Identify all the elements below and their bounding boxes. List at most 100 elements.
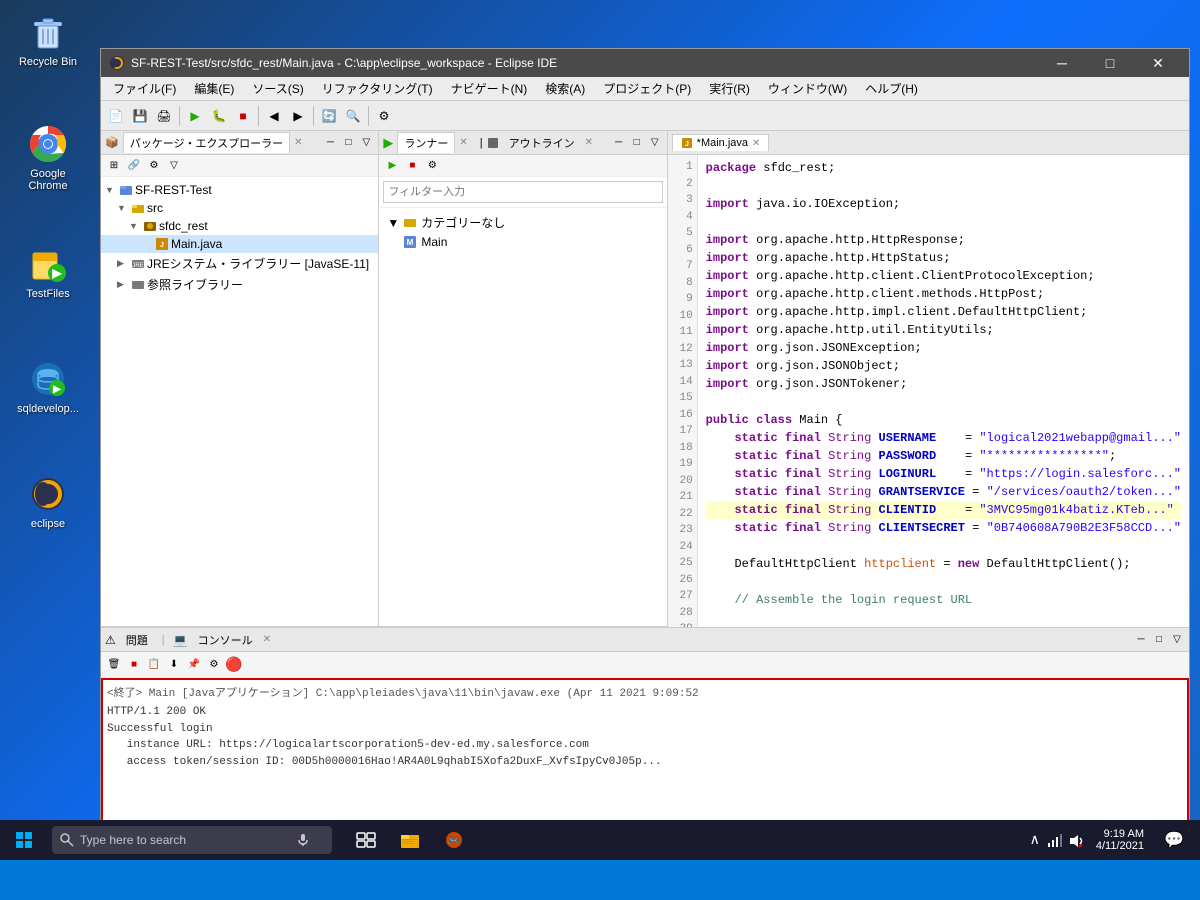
code-line-20: static final String CLIENTID = "3MVC95mg… xyxy=(706,501,1181,519)
tree-label-mainjava: Main.java xyxy=(171,237,222,251)
pkg-collapse[interactable]: ⊞ xyxy=(105,157,123,175)
clock-time: 9:19 AM xyxy=(1104,828,1144,840)
console-line-2: Successful login xyxy=(107,721,1183,738)
tree-item-sfdcrest[interactable]: ▼ sfdc_rest xyxy=(101,217,378,235)
problems-console: ⚠ 問題 | 💻 コンソール ✕ ─ □ ▽ 🗑 ■ xyxy=(101,628,1189,847)
menu-edit[interactable]: 編集(E) xyxy=(186,78,242,99)
runner-minimize[interactable]: ─ xyxy=(611,135,627,151)
console-settings[interactable]: ⚙ xyxy=(205,656,223,674)
toolbar-debug[interactable]: 🐛 xyxy=(208,105,230,127)
tree-label-jre: JREシステム・ライブラリー [JavaSE-11] xyxy=(147,255,369,272)
toolbar-stop[interactable]: ■ xyxy=(232,105,254,127)
chrome-label: Google Chrome xyxy=(12,168,84,192)
outline-category[interactable]: ▼ カテゴリーなし xyxy=(383,212,662,233)
menu-refactor[interactable]: リファクタリング(T) xyxy=(314,78,441,99)
menu-help[interactable]: ヘルプ(H) xyxy=(857,78,926,99)
editor-tab-mainjava[interactable]: J *Main.java ✕ xyxy=(672,134,770,151)
pkg-view-menu[interactable]: ▽ xyxy=(165,157,183,175)
runner-btn3[interactable]: ⚙ xyxy=(423,157,441,175)
code-line-19: static final String GRANTSERVICE = "/ser… xyxy=(706,483,1181,501)
tree-item-jre[interactable]: ▶ JRE JREシステム・ライブラリー [JavaSE-11] xyxy=(101,253,378,274)
testfiles-label: TestFiles xyxy=(26,288,69,300)
toolbar-refresh[interactable]: 🔄 xyxy=(318,105,340,127)
console-minimize[interactable]: ─ xyxy=(1133,632,1149,648)
console-pin[interactable]: 📌 xyxy=(185,656,203,674)
toolbar-sep4 xyxy=(368,106,369,126)
toolbar-back[interactable]: ◀ xyxy=(263,105,285,127)
tree-item-mainjava[interactable]: ▶ J Main.java xyxy=(101,235,378,253)
tray-volume[interactable] xyxy=(1068,831,1084,848)
runner-stop[interactable]: ■ xyxy=(403,157,421,175)
editor-tab-close[interactable]: ✕ xyxy=(752,138,760,149)
toolbar-run[interactable]: ▶ xyxy=(184,105,206,127)
code-line-5: import org.apache.http.HttpResponse; xyxy=(706,231,1181,249)
console-menu[interactable]: ▽ xyxy=(1169,632,1185,648)
taskbar-search-input[interactable] xyxy=(80,833,290,847)
runner-tab[interactable]: ランナー xyxy=(397,132,455,153)
menu-run[interactable]: 実行(R) xyxy=(701,78,758,99)
menu-search[interactable]: 検索(A) xyxy=(537,78,593,99)
desktop-icon-sqldevelop[interactable]: ▶ sqldevelop... xyxy=(8,355,88,419)
toolbar-sep1 xyxy=(179,106,180,126)
toolbar-search[interactable]: 🔍 xyxy=(342,105,364,127)
menu-navigate[interactable]: ナビゲート(N) xyxy=(443,78,536,99)
menu-project[interactable]: プロジェクト(P) xyxy=(595,78,699,99)
code-content[interactable]: package sfdc_rest; import java.io.IOExce… xyxy=(698,155,1189,627)
console-clear[interactable]: 🗑 xyxy=(105,656,123,674)
desktop-icon-chrome[interactable]: Google Chrome xyxy=(8,120,88,196)
desktop-icon-recycle-bin[interactable]: Recycle Bin xyxy=(8,8,88,72)
code-line-23: DefaultHttpClient httpclient = new Defau… xyxy=(706,555,1181,573)
console-maximize[interactable]: □ xyxy=(1151,632,1167,648)
svg-text:J: J xyxy=(685,141,689,148)
minimize-button[interactable]: ─ xyxy=(1039,49,1085,77)
console-stop[interactable]: ■ xyxy=(125,656,143,674)
pkg-maximize[interactable]: □ xyxy=(340,135,356,151)
menu-source[interactable]: ソース(S) xyxy=(244,78,311,99)
runner-run[interactable]: ▶ xyxy=(383,157,401,175)
console-tab[interactable]: コンソール xyxy=(192,630,259,650)
java-file-icon: J xyxy=(155,237,169,251)
close-button[interactable]: ✕ xyxy=(1135,49,1181,77)
clock[interactable]: 9:19 AM 4/11/2021 xyxy=(1092,828,1148,852)
toolbar-settings[interactable]: ⚙ xyxy=(373,105,395,127)
filter-input[interactable] xyxy=(383,181,662,203)
category-folder-icon xyxy=(403,216,417,230)
pkg-tab[interactable]: パッケージ・エクスプローラー xyxy=(123,132,290,153)
toolbar-new[interactable]: 📄 xyxy=(105,105,127,127)
code-line-22 xyxy=(706,537,1181,555)
pkg-link[interactable]: 🔗 xyxy=(125,157,143,175)
tree-item-reflib[interactable]: ▶ 参照ライブラリー xyxy=(101,274,378,295)
toolbar-fwd[interactable]: ▶ xyxy=(287,105,309,127)
desktop-icon-testfiles[interactable]: ▶ TestFiles xyxy=(8,240,88,304)
pkg-menu[interactable]: ▽ xyxy=(358,135,374,151)
desktop-icon-eclipse[interactable]: eclipse xyxy=(8,470,88,534)
runner-maximize[interactable]: □ xyxy=(629,135,645,151)
menu-file[interactable]: ファイル(F) xyxy=(105,78,184,99)
start-button[interactable] xyxy=(0,820,48,860)
toolbar-save[interactable]: 💾 xyxy=(129,105,151,127)
tree-item-src[interactable]: ▼ src xyxy=(101,199,378,217)
tree-item-sfrest[interactable]: ▼ SF-REST-Test xyxy=(101,181,378,199)
console-scroll[interactable]: ⬇ xyxy=(165,656,183,674)
taskbar-file-explorer[interactable] xyxy=(392,822,428,858)
taskbar-game[interactable]: 🎮 xyxy=(436,822,472,858)
tray-network[interactable] xyxy=(1046,831,1062,848)
microphone-icon xyxy=(296,833,310,847)
notification-button[interactable]: 💬 xyxy=(1156,820,1192,860)
maximize-button[interactable]: □ xyxy=(1087,49,1133,77)
pkg-minimize[interactable]: ─ xyxy=(322,135,338,151)
outline-tab[interactable]: アウトライン xyxy=(503,133,581,153)
toolbar-print[interactable]: 🖨 xyxy=(153,105,175,127)
taskbar: 🎮 ∧ xyxy=(0,820,1200,860)
problems-tab[interactable]: 問題 xyxy=(120,630,154,650)
outline-main-item[interactable]: M Main xyxy=(383,233,662,251)
jre-icon: JRE xyxy=(131,257,145,271)
pkg-icon: 📦 xyxy=(105,136,119,149)
package-icon xyxy=(143,219,157,233)
taskbar-task-view[interactable] xyxy=(348,822,384,858)
console-copy[interactable]: 📋 xyxy=(145,656,163,674)
menu-window[interactable]: ウィンドウ(W) xyxy=(760,78,855,99)
tray-up-arrow[interactable]: ∧ xyxy=(1030,831,1040,848)
pkg-filter[interactable]: ⚙ xyxy=(145,157,163,175)
runner-menu[interactable]: ▽ xyxy=(647,135,663,151)
